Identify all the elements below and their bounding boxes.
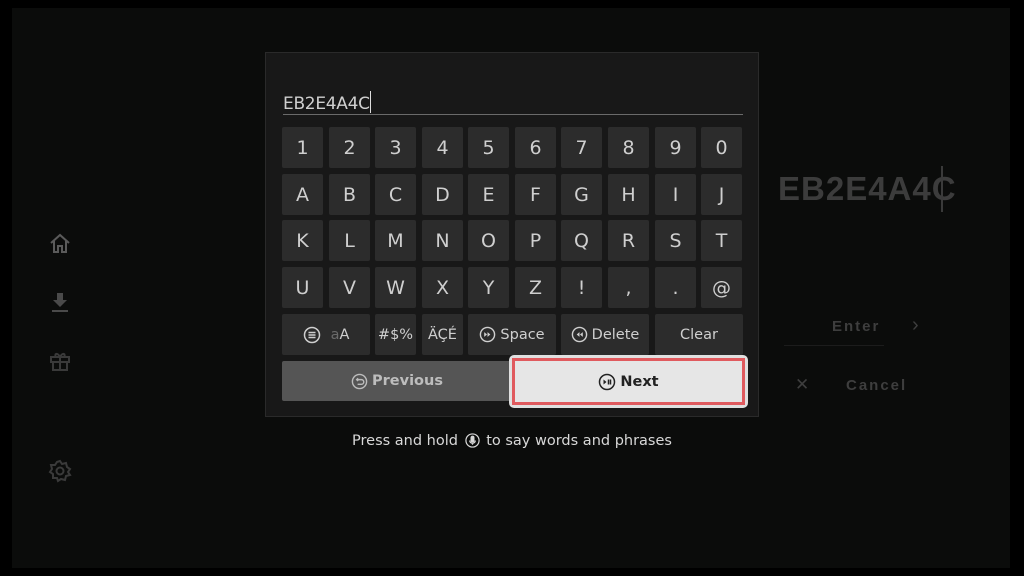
clear-key[interactable]: Clear (655, 314, 743, 355)
text-input[interactable]: EB2E4A4C (283, 87, 743, 115)
next-label: Next (620, 373, 659, 390)
key-0[interactable]: 0 (701, 127, 742, 168)
key-comma[interactable]: , (608, 267, 649, 308)
home-icon[interactable] (48, 232, 72, 256)
gift-icon[interactable] (48, 349, 72, 373)
key-t[interactable]: T (701, 220, 742, 261)
key-z[interactable]: Z (515, 267, 556, 308)
previous-button[interactable]: Previous (282, 361, 512, 401)
on-screen-keyboard: EB2E4A4C 1234567890ABCDEFGHIJKLMNOPQRSTU… (265, 52, 759, 417)
input-value: EB2E4A4C (283, 91, 371, 114)
key-m[interactable]: M (375, 220, 416, 261)
key-h[interactable]: H (608, 174, 649, 215)
key-7[interactable]: 7 (561, 127, 602, 168)
case-lower-label: a (330, 326, 340, 343)
key-9[interactable]: 9 (655, 127, 696, 168)
key-o[interactable]: O (468, 220, 509, 261)
key-u[interactable]: U (282, 267, 323, 308)
background-cursor (941, 166, 943, 212)
case-upper-label: A (339, 326, 350, 343)
cancel-label: Cancel (846, 377, 908, 394)
back-icon (351, 373, 368, 390)
key-4[interactable]: 4 (422, 127, 463, 168)
symbols-key[interactable]: #$% (375, 314, 416, 355)
next-button[interactable]: Next (512, 358, 745, 405)
hint-text-before: Press and hold (352, 433, 458, 449)
text-caret (369, 91, 371, 113)
key-v[interactable]: V (329, 267, 370, 308)
key-3[interactable]: 3 (375, 127, 416, 168)
gear-icon[interactable] (48, 459, 72, 483)
fast-forward-icon (479, 326, 496, 343)
accents-key[interactable]: ÄÇÉ (422, 314, 463, 355)
key-j[interactable]: J (701, 174, 742, 215)
voice-hint: Press and hold to say words and phrases (0, 433, 1024, 452)
key-c[interactable]: C (375, 174, 416, 215)
menu-button-icon (303, 326, 321, 344)
case-toggle-key[interactable]: aA (282, 314, 370, 355)
key-b[interactable]: B (329, 174, 370, 215)
space-key[interactable]: Space (468, 314, 556, 355)
close-icon: ✕ (795, 375, 812, 394)
key-s[interactable]: S (655, 220, 696, 261)
key-8[interactable]: 8 (608, 127, 649, 168)
next-button-focus-ring: Next (509, 355, 748, 408)
background-code-display: EB2E4A4C (778, 170, 957, 207)
delete-label: Delete (591, 326, 640, 343)
sidebar (40, 0, 80, 576)
background-enter-button: Enter › (780, 310, 930, 344)
key-a[interactable]: A (282, 174, 323, 215)
previous-label: Previous (372, 373, 443, 389)
key-e[interactable]: E (468, 174, 509, 215)
key-p[interactable]: P (515, 220, 556, 261)
key-n[interactable]: N (422, 220, 463, 261)
key-y[interactable]: Y (468, 267, 509, 308)
rewind-icon (571, 326, 588, 343)
divider (784, 345, 884, 346)
microphone-icon (464, 433, 480, 452)
key-at[interactable]: @ (701, 267, 742, 308)
key-w[interactable]: W (375, 267, 416, 308)
key-r[interactable]: R (608, 220, 649, 261)
key-g[interactable]: G (561, 174, 602, 215)
key-exclamation[interactable]: ! (561, 267, 602, 308)
key-period[interactable]: . (655, 267, 696, 308)
download-icon[interactable] (48, 290, 72, 314)
hint-text-after: to say words and phrases (486, 433, 672, 449)
key-6[interactable]: 6 (515, 127, 556, 168)
key-5[interactable]: 5 (468, 127, 509, 168)
delete-key[interactable]: Delete (561, 314, 649, 355)
key-k[interactable]: K (282, 220, 323, 261)
key-i[interactable]: I (655, 174, 696, 215)
chevron-right-icon: › (912, 314, 921, 336)
key-f[interactable]: F (515, 174, 556, 215)
key-x[interactable]: X (422, 267, 463, 308)
key-2[interactable]: 2 (329, 127, 370, 168)
key-1[interactable]: 1 (282, 127, 323, 168)
space-label: Space (500, 326, 545, 343)
play-pause-icon (598, 373, 616, 391)
key-l[interactable]: L (329, 220, 370, 261)
enter-label: Enter (832, 318, 881, 335)
key-q[interactable]: Q (561, 220, 602, 261)
key-d[interactable]: D (422, 174, 463, 215)
